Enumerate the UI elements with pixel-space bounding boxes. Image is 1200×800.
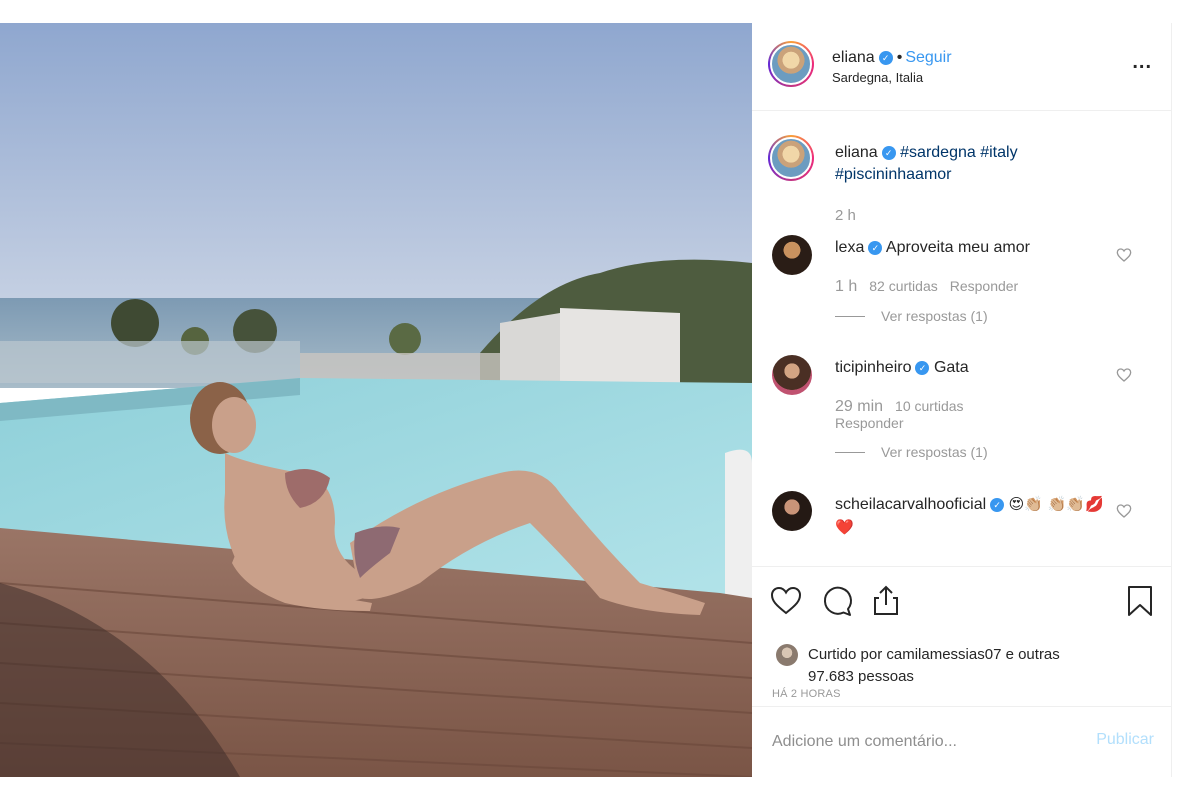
comment-likes[interactable]: 82 curtidas (869, 278, 937, 294)
comment-input[interactable] (772, 729, 1072, 755)
add-comment-bar: Publicar (752, 706, 1172, 777)
follow-button[interactable]: Seguir (905, 49, 951, 66)
author-username[interactable]: eliana (832, 49, 875, 66)
comment-body: Gata (933, 359, 969, 376)
verified-badge-icon: ✓ (878, 51, 893, 65)
more-options-icon[interactable]: ... (1132, 51, 1152, 74)
author-avatar[interactable] (768, 41, 814, 87)
heart-icon[interactable] (768, 583, 804, 619)
reply-button[interactable]: Responder (835, 415, 904, 431)
comment-avatar[interactable] (772, 355, 812, 395)
post-actions: Curtido por camilamessias07 e outras 97.… (752, 566, 1172, 706)
share-icon[interactable] (868, 583, 904, 619)
post-photo[interactable] (0, 23, 752, 777)
view-replies-label: Ver respostas (1) (881, 308, 988, 324)
comment-username[interactable]: lexa (835, 239, 864, 256)
comment-like-heart-icon[interactable] (1116, 247, 1132, 263)
comment-text: scheilacarvalhooficial ✓ 😍👏🏼 👏🏼👏🏼💋❤️ (835, 493, 1115, 539)
comment-text: ticipinheiro ✓ Gata (835, 357, 1115, 379)
post-time: HÁ 2 HORAS (772, 688, 841, 700)
comments-list[interactable]: eliana ✓ #sardegna #italy #piscininhaamor… (752, 111, 1172, 566)
view-replies-button[interactable]: Ver respostas (1) (835, 308, 988, 324)
reply-button[interactable]: Responder (950, 278, 1019, 294)
comment-username[interactable]: ticipinheiro (835, 359, 911, 376)
view-replies-label: Ver respostas (1) (881, 444, 988, 460)
post-side-panel: eliana ✓ • Seguir Sardegna, Italia ... elia… (752, 23, 1172, 777)
comment-username[interactable]: scheilacarvalhooficial (835, 496, 986, 513)
verified-badge-icon: ✓ (868, 241, 883, 255)
author-line: eliana ✓ • Seguir (832, 48, 952, 68)
comment-time: 1 h (835, 278, 858, 295)
comment-avatar[interactable] (772, 491, 812, 531)
pool-photo-image (0, 23, 752, 777)
verified-badge-icon: ✓ (990, 498, 1005, 512)
publish-button[interactable]: Publicar (1096, 731, 1154, 749)
post-location[interactable]: Sardegna, Italia (832, 70, 923, 85)
comment-like-heart-icon[interactable] (1116, 503, 1132, 519)
comment-avatar[interactable] (772, 235, 812, 275)
liker-avatar[interactable] (776, 644, 798, 666)
comment-like-heart-icon[interactable] (1116, 367, 1132, 383)
comment-icon[interactable] (818, 583, 854, 619)
caption-time: 2 h (835, 207, 856, 224)
separator-dot: • (896, 49, 903, 66)
comment-meta: 1 h 82 curtidas Responder (835, 278, 1018, 296)
comment-likes[interactable]: 10 curtidas (895, 398, 963, 414)
comment-time: 29 min (835, 398, 884, 415)
comment-text: lexa ✓ Aproveita meu amor (835, 237, 1115, 259)
view-replies-button[interactable]: Ver respostas (1) (835, 444, 988, 460)
bookmark-icon[interactable] (1122, 583, 1158, 619)
comment-meta: 29 min 10 curtidas Responder (835, 398, 964, 432)
caption-username[interactable]: eliana (835, 144, 878, 161)
caption-avatar[interactable] (768, 135, 814, 181)
likes-summary[interactable]: Curtido por camilamessias07 e outras 97.… (808, 644, 1088, 688)
caption-text: eliana ✓ #sardegna #italy #piscininhaamor (835, 142, 1135, 186)
comment-body: Aproveita meu amor (885, 239, 1030, 256)
post-header: eliana ✓ • Seguir Sardegna, Italia ... (752, 23, 1172, 111)
verified-badge-icon: ✓ (915, 361, 930, 375)
verified-badge-icon: ✓ (881, 146, 896, 160)
